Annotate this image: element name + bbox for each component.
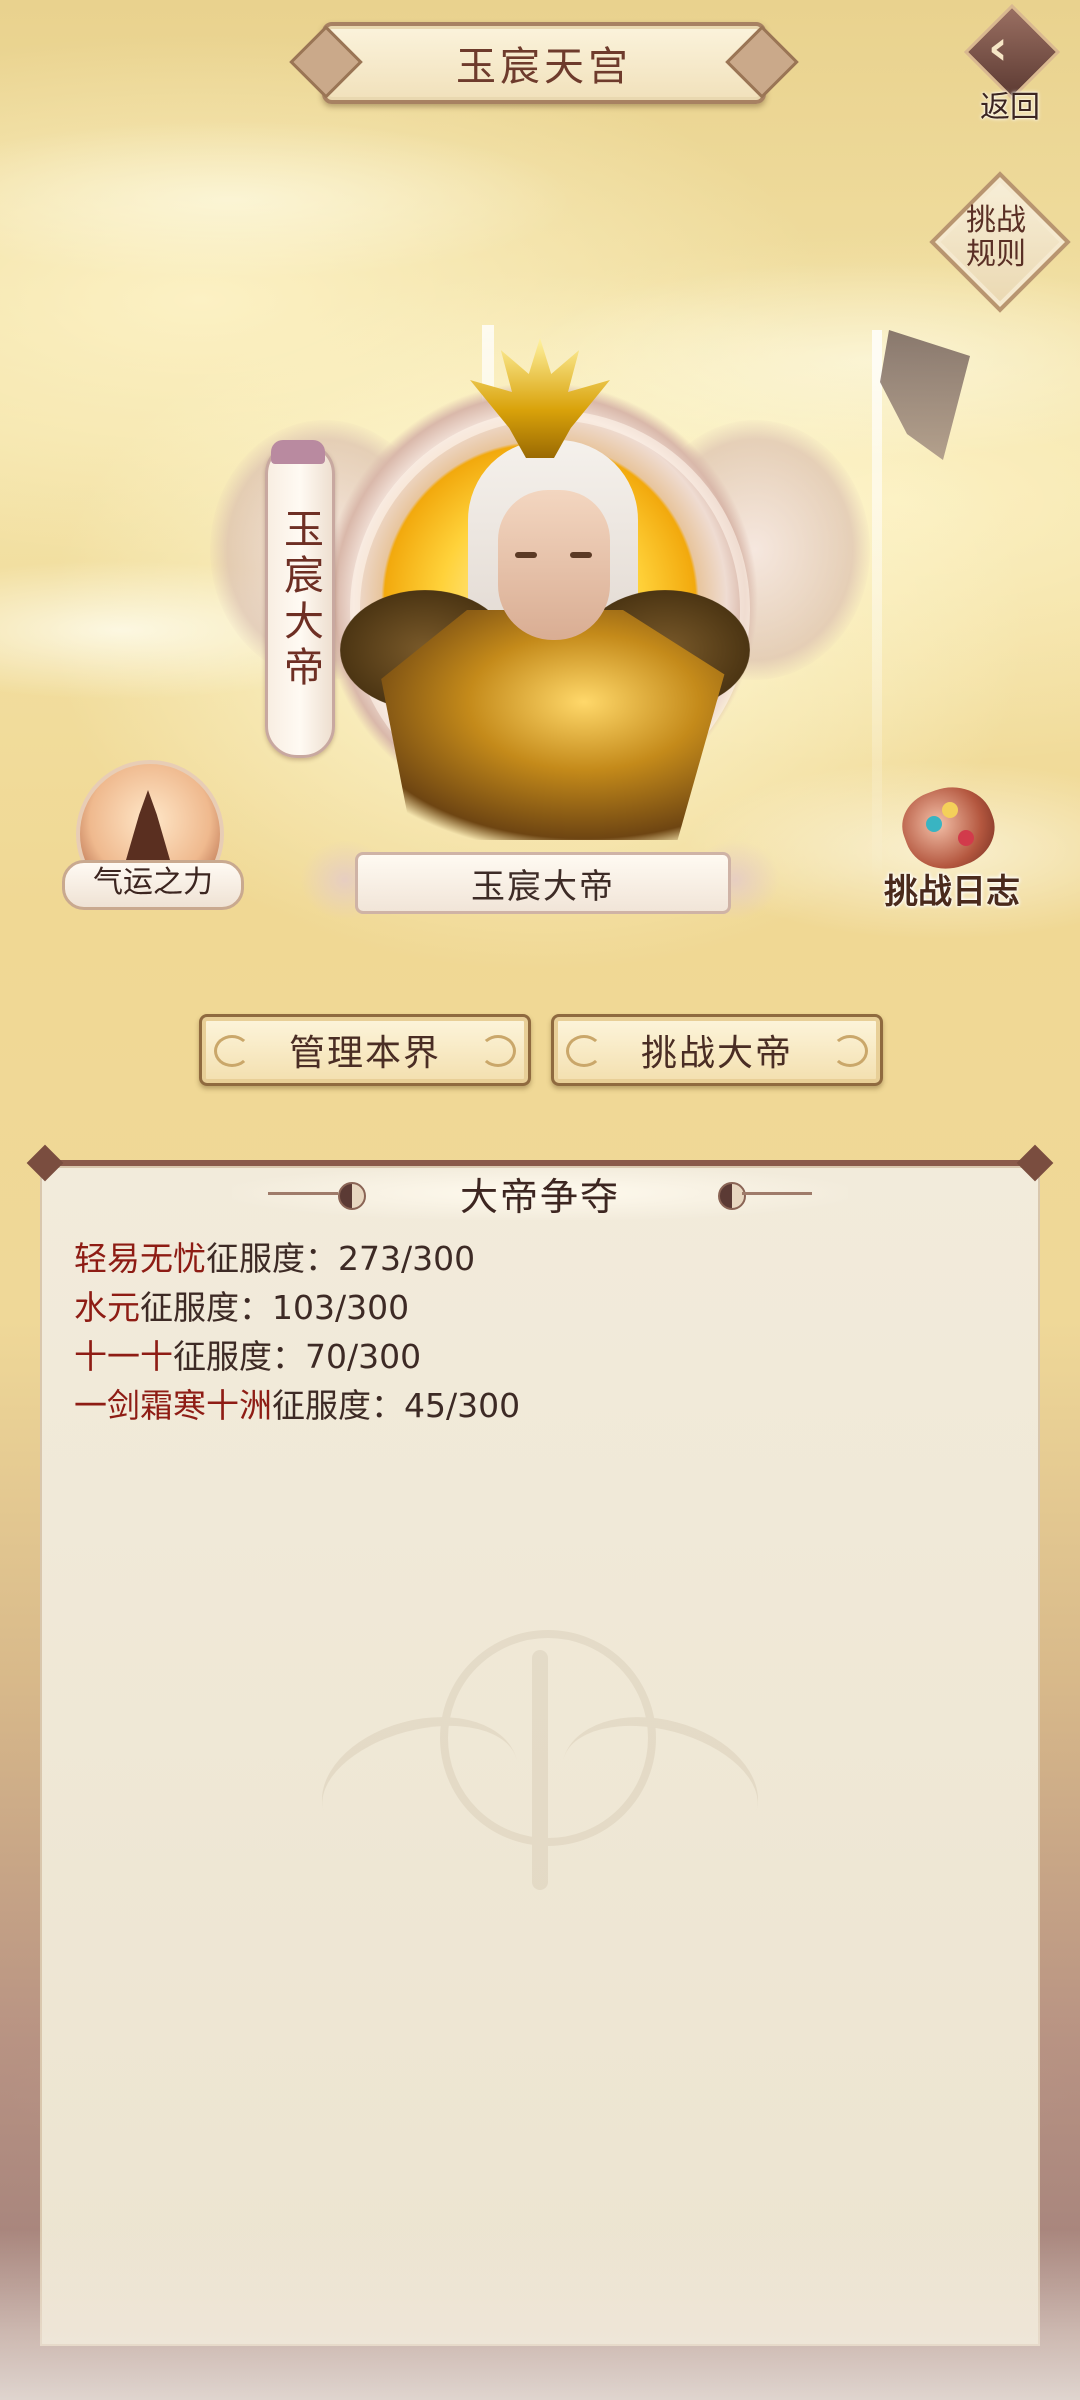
conquest-value: 273/300: [338, 1239, 476, 1278]
player-name[interactable]: 一剑霜寒十洲: [74, 1386, 272, 1425]
cloud-ornament-icon: [566, 1035, 602, 1067]
back-label: 返回: [980, 90, 1040, 125]
hero-vertical-name: 玉宸大帝: [277, 508, 323, 692]
manage-realm-button[interactable]: 管理本界: [199, 1014, 531, 1086]
conquest-label: 征服度：: [140, 1288, 272, 1327]
conquest-value: 70/300: [305, 1337, 422, 1376]
yin-yang-ornament-icon: [692, 1182, 812, 1210]
back-chevron-icon: ‹: [988, 20, 1008, 76]
conquest-label: 征服度：: [206, 1239, 338, 1278]
conquest-label: 征服度：: [173, 1337, 305, 1376]
floating-rock: [880, 330, 970, 460]
conquest-value: 45/300: [404, 1386, 521, 1425]
panel-title: 大帝争夺: [459, 1174, 620, 1219]
hero-eye: [515, 552, 537, 558]
standing-row: 轻易无忧征服度：273/300: [74, 1234, 994, 1283]
standing-row: 十一十征服度：70/300: [74, 1332, 994, 1381]
hero-face: [498, 490, 610, 640]
challenge-log-label: 挑战日志: [884, 872, 1020, 912]
standing-row: 一剑霜寒十洲征服度：45/300: [74, 1381, 994, 1430]
conquest-standings-list: 轻易无忧征服度：273/300 水元征服度：103/300 十一十征服度：70/…: [74, 1234, 994, 1430]
hero-name-plate[interactable]: 玉宸大帝: [355, 852, 731, 914]
challenge-emperor-button[interactable]: 挑战大帝: [551, 1014, 883, 1086]
hero-vertical-name-tag: 玉宸大帝: [265, 442, 335, 758]
page-title: 玉宸天宫: [456, 44, 632, 90]
game-screen: 玉宸天宫 ‹ 返回 挑战 规则 玉宸大帝 玉宸大帝 气运之力 挑战日志 管理本界…: [0, 0, 1080, 2400]
hero-name: 玉宸大帝: [471, 866, 615, 907]
cloud-ornament-icon: [832, 1035, 868, 1067]
standing-row: 水元征服度：103/300: [74, 1283, 994, 1332]
cloud-ornament-icon: [480, 1035, 516, 1067]
bottom-mist: [0, 2230, 1080, 2400]
title-banner: 玉宸天宫: [322, 22, 766, 104]
player-name[interactable]: 十一十: [74, 1337, 173, 1376]
yin-yang-ornament-icon: [268, 1182, 388, 1210]
gem-icon: [958, 830, 974, 846]
fortune-power-label: 气运之力: [62, 860, 244, 910]
phoenix-watermark-icon: [306, 1630, 774, 1930]
gem-icon: [926, 816, 942, 832]
cloud-ornament-icon: [214, 1035, 250, 1067]
conquest-label: 征服度：: [272, 1386, 404, 1425]
tag-cap-icon: [271, 440, 325, 464]
challenge-emperor-label: 挑战大帝: [640, 1033, 793, 1074]
manage-realm-label: 管理本界: [288, 1033, 441, 1074]
challenge-log-button[interactable]: 挑战日志: [862, 775, 1042, 920]
cloud-decoration: [0, 120, 580, 280]
back-button[interactable]: ‹ 返回: [960, 3, 1070, 125]
challenge-rules-label: 挑战 规则: [966, 203, 1026, 272]
player-name[interactable]: 轻易无忧: [74, 1239, 206, 1278]
conquest-value: 103/300: [272, 1288, 410, 1327]
gem-icon: [942, 802, 958, 818]
player-name[interactable]: 水元: [74, 1288, 140, 1327]
hero-eye: [570, 552, 592, 558]
challenge-rules-button[interactable]: 挑战 规则: [928, 170, 1071, 313]
fortune-power-button[interactable]: 气运之力: [62, 760, 244, 920]
